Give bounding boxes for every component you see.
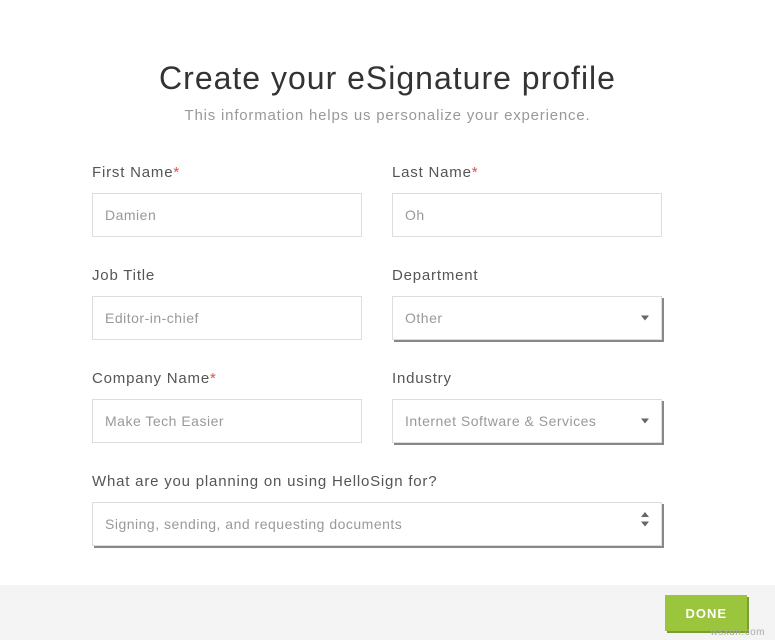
- industry-field-group: Industry Internet Software & Services: [392, 370, 662, 443]
- job-title-label: Job Title: [92, 267, 362, 284]
- required-marker: *: [173, 164, 180, 181]
- first-name-label: First Name*: [92, 164, 362, 181]
- job-title-input[interactable]: [92, 296, 362, 340]
- page-title: Create your eSignature profile: [0, 60, 775, 97]
- last-name-label: Last Name*: [392, 164, 662, 181]
- company-input[interactable]: [92, 399, 362, 443]
- industry-select[interactable]: Internet Software & Services: [393, 400, 661, 442]
- industry-select-wrap: Internet Software & Services: [392, 399, 662, 443]
- profile-form: First Name* Last Name* Job Title Departm…: [92, 164, 662, 546]
- department-field-group: Department Other: [392, 267, 662, 340]
- first-name-field-group: First Name*: [92, 164, 362, 237]
- done-button[interactable]: DONE: [665, 595, 747, 631]
- watermark-text: wsxdn.com: [710, 627, 765, 638]
- usage-label: What are you planning on using HelloSign…: [92, 473, 662, 490]
- usage-field-group: What are you planning on using HelloSign…: [92, 473, 662, 546]
- industry-label: Industry: [392, 370, 662, 387]
- department-select[interactable]: Other: [393, 297, 661, 339]
- footer-bar: DONE: [0, 585, 775, 640]
- last-name-input[interactable]: [392, 193, 662, 237]
- required-marker: *: [472, 164, 479, 181]
- usage-select[interactable]: Signing, sending, and requesting documen…: [93, 503, 661, 545]
- first-name-input[interactable]: [92, 193, 362, 237]
- company-label: Company Name*: [92, 370, 362, 387]
- usage-select-wrap: Signing, sending, and requesting documen…: [92, 502, 662, 546]
- company-field-group: Company Name*: [92, 370, 362, 443]
- department-label: Department: [392, 267, 662, 284]
- job-title-field-group: Job Title: [92, 267, 362, 340]
- page-subtitle: This information helps us personalize yo…: [0, 107, 775, 124]
- last-name-field-group: Last Name*: [392, 164, 662, 237]
- required-marker: *: [210, 370, 217, 387]
- department-select-wrap: Other: [392, 296, 662, 340]
